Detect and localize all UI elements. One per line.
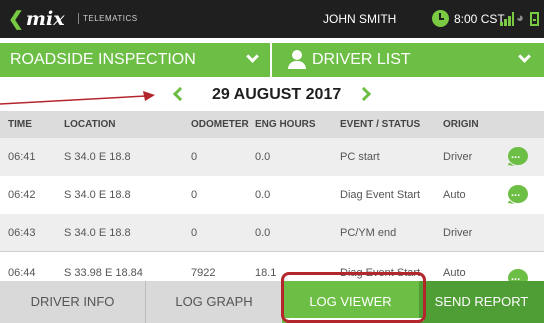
clock-icon [432, 10, 449, 27]
table-header: TIME LOCATION ODOMETER ENG HOURS EVENT /… [0, 111, 544, 138]
cell-event: PC start [340, 151, 380, 163]
roadside-inspection-dropdown[interactable]: ROADSIDE INSPECTION [0, 43, 272, 77]
column-header: ENG HOURS [255, 119, 316, 130]
table-row[interactable]: 06:42 S 34.0 E 18.8 0 0.0 Diag Event Sta… [0, 176, 544, 214]
cell-time: 06:42 [8, 189, 36, 201]
cell-origin: Auto [443, 267, 466, 279]
table-row[interactable]: 06:43 S 34.0 E 18.8 0 0.0 PC/YM end Driv… [0, 214, 544, 252]
clock-time: 8:00 CST [454, 12, 505, 26]
header-bar: ROADSIDE INSPECTION DRIVER LIST [0, 43, 544, 77]
cell-eng-hours: 0.0 [255, 189, 271, 201]
cell-eng-hours: 18.1 [255, 267, 277, 279]
column-header: TIME [8, 119, 32, 130]
cell-time: 06:41 [8, 151, 36, 163]
back-chevron-icon[interactable]: ❮ [8, 8, 24, 30]
chat-icon[interactable]: ... [508, 147, 528, 165]
chevron-down-icon [518, 50, 531, 63]
next-day-button[interactable] [356, 86, 372, 102]
cell-odometer: 0 [191, 151, 198, 163]
cell-location: S 34.0 E 18.8 [64, 227, 131, 239]
chat-icon[interactable]: ... [508, 185, 528, 203]
logo-subtitle: TELEMATICS [78, 13, 138, 24]
cell-origin: Auto [443, 189, 466, 201]
tab-log-graph[interactable]: LOG GRAPH [146, 281, 282, 323]
chat-icon[interactable]: ... [508, 269, 528, 281]
column-header: ODOMETER [191, 119, 249, 130]
driver-list-label: DRIVER LIST [312, 51, 411, 68]
column-header: LOCATION [64, 119, 116, 130]
mix-logo: ❮ mix [8, 8, 65, 30]
status-bar: ❮ mix TELEMATICS JOHN SMITH 8:00 CST ◕ [0, 0, 544, 38]
cell-origin: Driver [443, 227, 473, 239]
user-name: JOHN SMITH [323, 12, 397, 26]
table-row[interactable]: 06:41 S 34.0 E 18.8 0 0.0 PC start Drive… [0, 138, 544, 176]
cell-event: PC/YM end [340, 227, 397, 239]
column-header: ORIGIN [443, 119, 479, 130]
cell-location: S 34.0 E 18.8 [64, 189, 131, 201]
person-icon [288, 50, 306, 69]
roadside-inspection-label: ROADSIDE INSPECTION [10, 51, 196, 68]
cell-odometer: 0 [191, 227, 198, 239]
cell-location: S 33.98 E 18.84 [64, 267, 143, 279]
annotation-highlight-box [281, 272, 426, 323]
bottom-tab-bar: DRIVER INFO LOG GRAPH LOG VIEWER SEND RE… [0, 281, 544, 323]
send-report-button[interactable]: SEND REPORT [419, 281, 544, 323]
cell-time: 06:44 [8, 267, 36, 279]
wifi-icon: ◕ [516, 10, 524, 25]
current-date: 29 AUGUST 2017 [212, 86, 342, 103]
battery-icon [530, 12, 539, 26]
cell-event: Diag Event Start [340, 189, 421, 201]
cell-odometer: 7922 [191, 267, 216, 279]
annotation-arrow [0, 91, 155, 105]
cell-odometer: 0 [191, 189, 198, 201]
column-header: EVENT / STATUS [340, 119, 421, 130]
previous-day-button[interactable] [172, 86, 188, 102]
cell-time: 06:43 [8, 227, 36, 239]
tab-driver-info[interactable]: DRIVER INFO [0, 281, 146, 323]
table-row[interactable]: 06:44 S 33.98 E 18.84 7922 18.1 Diag Eve… [0, 252, 544, 281]
cell-eng-hours: 0.0 [255, 227, 271, 239]
cell-eng-hours: 0.0 [255, 151, 271, 163]
logo-text: mix [25, 8, 65, 30]
cell-location: S 34.0 E 18.8 [64, 151, 131, 163]
chevron-down-icon [246, 50, 259, 63]
signal-icon [500, 12, 514, 26]
cell-origin: Driver [443, 151, 473, 163]
